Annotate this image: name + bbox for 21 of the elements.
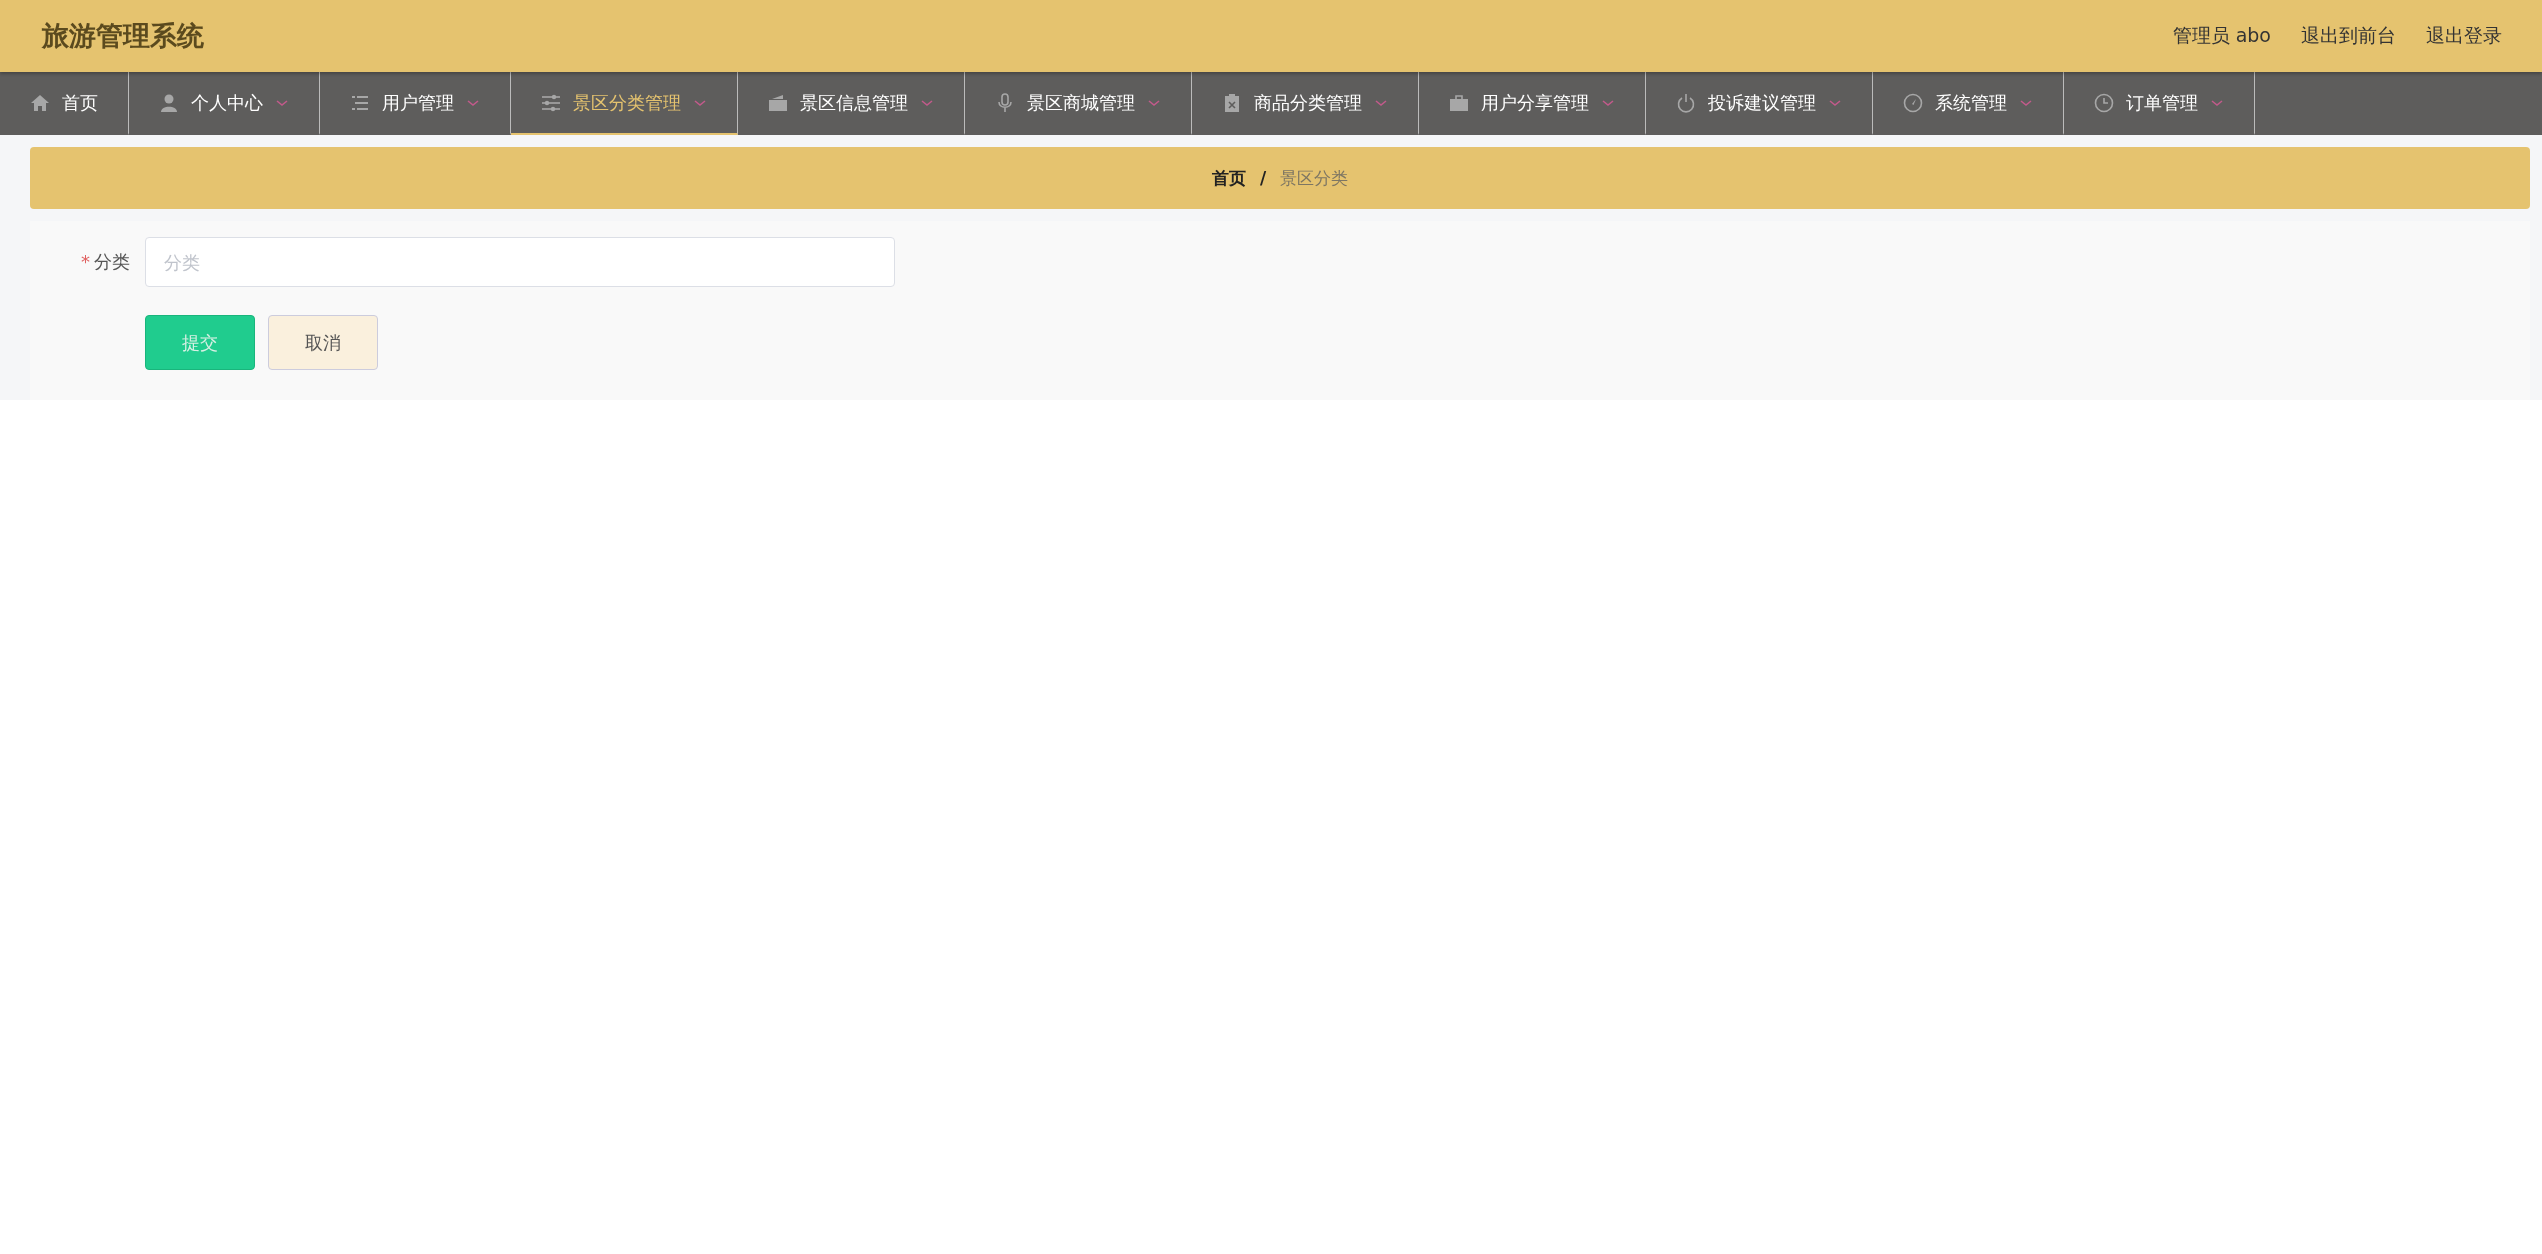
breadcrumb-separator: / xyxy=(1259,168,1267,188)
sliders-icon xyxy=(541,92,561,113)
category-input[interactable]: 分类 xyxy=(145,237,895,287)
clock-icon xyxy=(2094,92,2114,113)
required-mark: * xyxy=(81,251,90,272)
wallet-icon xyxy=(768,92,788,113)
app-title: 旅游管理系统 xyxy=(42,19,204,53)
clipboard-icon xyxy=(1222,92,1242,113)
briefcase-icon xyxy=(1449,92,1469,113)
breadcrumb-item: 景区分类 xyxy=(1280,166,1349,190)
user-name: 管理员 abo xyxy=(2172,23,2271,48)
power-icon xyxy=(1676,92,1696,113)
breadcrumb-item[interactable]: 首页 xyxy=(1211,166,1246,190)
gauge-icon xyxy=(1903,92,1923,113)
header-link[interactable]: 退出登录 xyxy=(2426,23,2502,49)
home-icon xyxy=(30,92,50,113)
field-label: 分类 xyxy=(94,251,130,272)
microphone-icon xyxy=(995,92,1015,113)
cancel-button[interactable]: 取消 xyxy=(268,315,378,370)
user-icon xyxy=(159,92,179,113)
header-link[interactable]: 退出到前台 xyxy=(2301,23,2396,49)
